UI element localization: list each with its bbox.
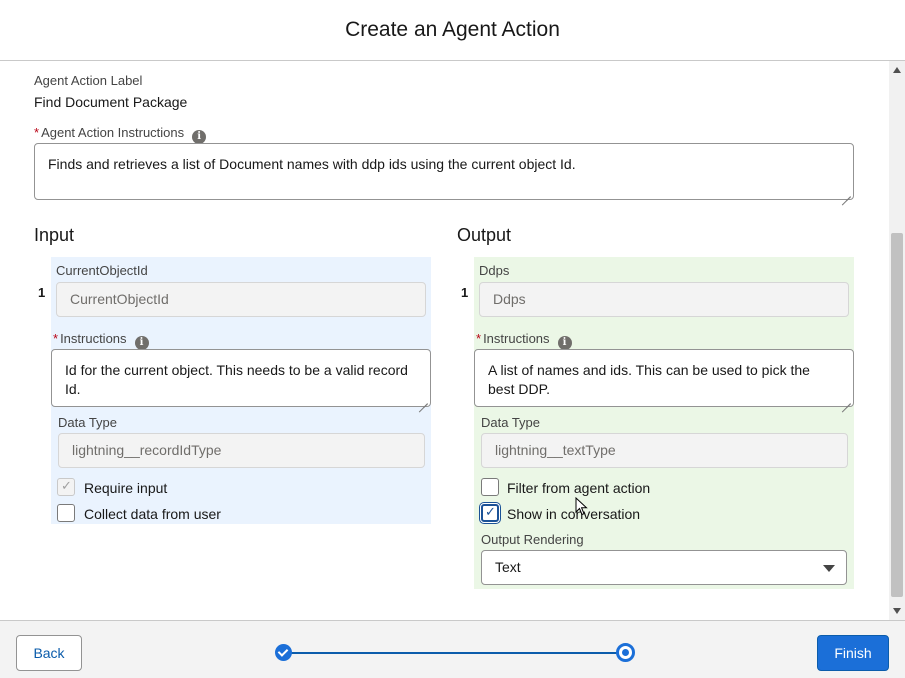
- finish-button[interactable]: Finish: [817, 635, 889, 671]
- required-marker: *: [34, 125, 40, 140]
- info-icon[interactable]: i: [134, 336, 149, 350]
- input-instructions-label: * Instructions i: [53, 331, 149, 350]
- output-row-number: 1: [461, 285, 469, 300]
- collect-data-checkbox[interactable]: [57, 504, 75, 522]
- require-input-label: Require input: [84, 480, 168, 496]
- output-param-field: Ddps: [479, 282, 849, 317]
- require-input-checkbox: [57, 478, 75, 496]
- filter-from-agent-checkbox[interactable]: [481, 478, 499, 496]
- output-rendering-select[interactable]: Text: [481, 550, 847, 585]
- action-instructions-label-text: Agent Action Instructions: [41, 125, 185, 140]
- action-instructions-value: Finds and retrieves a list of Document n…: [48, 156, 576, 172]
- input-instructions-value: Id for the current object. This needs to…: [65, 362, 408, 397]
- back-button[interactable]: Back: [16, 635, 82, 671]
- action-instructions-label: * Agent Action Instructions i: [34, 125, 207, 144]
- action-instructions-textarea[interactable]: Finds and retrieves a list of Document n…: [34, 143, 854, 200]
- input-instructions-label-text: Instructions: [60, 331, 127, 346]
- resize-handle-icon[interactable]: [842, 395, 851, 404]
- step-current-icon[interactable]: [616, 643, 635, 662]
- input-section-title: Input: [34, 225, 75, 245]
- collect-data-label: Collect data from user: [84, 506, 221, 522]
- resize-handle-icon[interactable]: [419, 395, 428, 404]
- resize-handle-icon[interactable]: [842, 188, 851, 197]
- output-instructions-textarea[interactable]: A list of names and ids. This can be use…: [474, 349, 854, 407]
- input-data-type-field: lightning__recordIdType: [58, 433, 425, 468]
- action-label-value: Find Document Package: [34, 94, 188, 110]
- info-icon[interactable]: i: [192, 130, 207, 144]
- required-marker: *: [53, 331, 59, 346]
- output-rendering-label: Output Rendering: [481, 532, 584, 547]
- required-marker: *: [476, 331, 482, 346]
- output-instructions-label: * Instructions i: [476, 331, 572, 350]
- mouse-cursor-icon: [575, 497, 588, 516]
- chevron-down-icon: [823, 565, 835, 572]
- show-in-conversation-checkbox[interactable]: [481, 504, 499, 522]
- output-data-type-field: lightning__textType: [481, 433, 848, 468]
- modal-title: Create an Agent Action: [345, 18, 560, 41]
- output-section-title: Output: [457, 225, 512, 245]
- input-data-type-label: Data Type: [58, 415, 118, 430]
- step-complete-icon[interactable]: [275, 644, 292, 661]
- show-in-conversation-label: Show in conversation: [507, 506, 641, 522]
- scroll-up-icon[interactable]: [893, 67, 901, 73]
- progress-track: [290, 652, 620, 654]
- scroll-down-icon[interactable]: [893, 608, 901, 614]
- output-rendering-value: Text: [495, 559, 521, 575]
- output-instructions-label-text: Instructions: [483, 331, 550, 346]
- input-row-number: 1: [38, 285, 46, 300]
- output-data-type-label: Data Type: [481, 415, 541, 430]
- modal-header: Create an Agent Action: [0, 0, 905, 61]
- filter-from-agent-label: Filter from agent action: [507, 480, 651, 496]
- input-param-field: CurrentObjectId: [56, 282, 426, 317]
- action-label-label: Agent Action Label: [34, 73, 143, 88]
- input-instructions-textarea[interactable]: Id for the current object. This needs to…: [51, 349, 431, 407]
- scrollbar-thumb[interactable]: [891, 233, 903, 597]
- modal-body[interactable]: Agent Action Label Find Document Package…: [0, 61, 889, 620]
- vertical-scrollbar[interactable]: [889, 61, 905, 620]
- modal-footer: Back Finish: [0, 620, 905, 678]
- output-instructions-value: A list of names and ids. This can be use…: [488, 362, 810, 397]
- input-param-label: CurrentObjectId: [56, 263, 148, 278]
- output-param-label: Ddps: [479, 263, 510, 278]
- info-icon[interactable]: i: [557, 336, 572, 350]
